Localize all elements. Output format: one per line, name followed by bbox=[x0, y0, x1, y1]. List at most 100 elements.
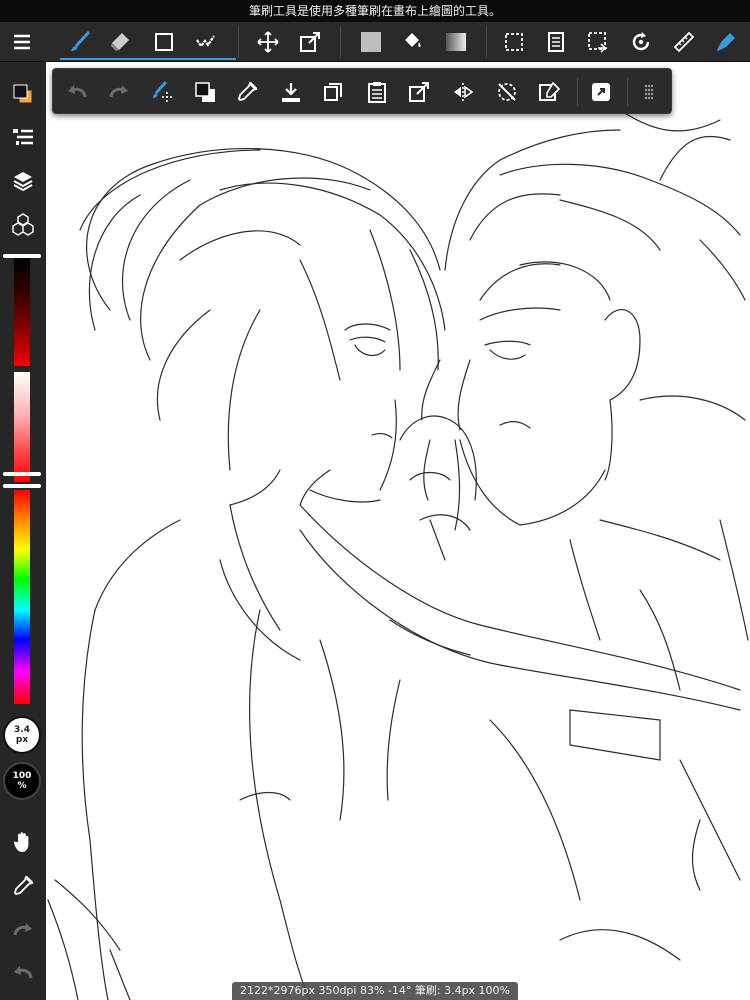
slider-handle[interactable] bbox=[3, 254, 41, 258]
brush-opacity-unit: % bbox=[17, 781, 27, 791]
app-window: 筆刷工具是使用多種筆刷在畫布上繪圖的工具。 3.4 px 100 % 2122*… bbox=[0, 0, 750, 1000]
lasso-fill-icon bbox=[196, 35, 215, 48]
slider-handle[interactable] bbox=[3, 484, 41, 488]
brush-opacity-value: 100 bbox=[12, 771, 32, 781]
copy-layer-button[interactable] bbox=[540, 26, 572, 58]
layer-list-button[interactable] bbox=[7, 122, 39, 154]
ruler-button[interactable] bbox=[668, 26, 700, 58]
brush-cursor-button[interactable] bbox=[147, 76, 179, 108]
duplicate-icon bbox=[324, 83, 342, 101]
hand-icon bbox=[13, 832, 29, 852]
import-icon bbox=[282, 83, 300, 102]
materials-button[interactable] bbox=[7, 208, 39, 240]
lasso-fill-tool-button[interactable] bbox=[190, 26, 222, 58]
brush-size-slider[interactable] bbox=[3, 254, 41, 366]
grip-handle[interactable] bbox=[633, 76, 665, 108]
paste-button[interactable] bbox=[361, 76, 393, 108]
import-button[interactable] bbox=[275, 76, 307, 108]
line-art-drawing bbox=[47, 109, 749, 1000]
flip-button[interactable] bbox=[447, 76, 479, 108]
pen-settings-icon bbox=[717, 33, 735, 51]
duplicate-button[interactable] bbox=[317, 76, 349, 108]
toolbar-separator bbox=[577, 78, 578, 106]
layer-list-icon bbox=[13, 129, 33, 145]
swap-colors-button[interactable] bbox=[189, 76, 221, 108]
slider-handle[interactable] bbox=[3, 472, 41, 476]
drawing-canvas[interactable] bbox=[46, 62, 750, 1000]
menu-icon bbox=[14, 34, 30, 50]
eyedropper-button[interactable] bbox=[231, 76, 263, 108]
undo-icon bbox=[68, 85, 87, 98]
export-icon bbox=[409, 82, 429, 102]
clear-icon bbox=[539, 81, 561, 101]
no-selection-button[interactable] bbox=[491, 76, 523, 108]
redo-icon bbox=[109, 85, 128, 98]
shape-icon bbox=[155, 33, 173, 51]
eyedropper-icon bbox=[14, 875, 34, 895]
brush-size-value: 3.4 bbox=[14, 725, 30, 735]
copy-layer-icon bbox=[548, 32, 564, 52]
menu-button[interactable] bbox=[6, 26, 38, 58]
flip-icon bbox=[454, 83, 474, 101]
toolbar-separator bbox=[627, 78, 628, 106]
select-menu-button[interactable] bbox=[582, 26, 614, 58]
gradient-icon bbox=[446, 33, 466, 51]
layers-button[interactable] bbox=[7, 165, 39, 197]
fill-color-button[interactable] bbox=[355, 26, 387, 58]
brush-tool-button[interactable] bbox=[64, 26, 96, 58]
swap-colors-icon bbox=[195, 82, 215, 102]
undo-button[interactable] bbox=[7, 957, 39, 989]
toolbar-separator bbox=[340, 26, 341, 58]
move-tool-button[interactable] bbox=[252, 26, 284, 58]
toolbar-separator bbox=[486, 26, 487, 58]
toolbar-separator bbox=[238, 26, 239, 58]
rotate-canvas-button[interactable] bbox=[625, 26, 657, 58]
paste-icon bbox=[368, 82, 386, 103]
hand-tool-button[interactable] bbox=[7, 826, 39, 858]
opacity-slider[interactable] bbox=[14, 372, 30, 482]
bucket-tool-button[interactable] bbox=[396, 26, 428, 58]
clear-button[interactable] bbox=[533, 76, 565, 108]
snap-icon bbox=[592, 83, 610, 101]
shape-tool-button[interactable] bbox=[148, 26, 180, 58]
brush-opacity-indicator[interactable]: 100 % bbox=[3, 762, 41, 800]
active-group-indicator bbox=[60, 58, 236, 60]
move-icon bbox=[257, 31, 279, 53]
brush-size-indicator[interactable]: 3.4 px bbox=[3, 716, 41, 754]
rotate-canvas-icon bbox=[632, 32, 650, 51]
layers-icon bbox=[13, 172, 33, 192]
eyedropper-button[interactable] bbox=[7, 870, 39, 902]
tip-bar: 筆刷工具是使用多種筆刷在畫布上繪圖的工具。 bbox=[0, 0, 750, 22]
eraser-icon bbox=[111, 33, 129, 51]
left-panel: 3.4 px 100 % bbox=[0, 62, 46, 1000]
selection-icon bbox=[505, 33, 523, 51]
transform-icon bbox=[300, 32, 320, 52]
select-menu-icon bbox=[588, 32, 607, 53]
brush-cursor-icon bbox=[153, 81, 172, 102]
pen-settings-button[interactable] bbox=[710, 26, 742, 58]
grip-icon bbox=[644, 84, 654, 100]
redo-button[interactable] bbox=[7, 914, 39, 946]
brush-size-unit: px bbox=[15, 735, 29, 745]
snap-button[interactable] bbox=[585, 76, 617, 108]
undo-icon bbox=[14, 966, 33, 979]
floating-toolbar bbox=[52, 68, 672, 114]
selection-tool-button[interactable] bbox=[498, 26, 530, 58]
export-button[interactable] bbox=[403, 76, 435, 108]
ruler-icon bbox=[673, 31, 695, 53]
redo-button[interactable] bbox=[103, 76, 135, 108]
main-toolbar bbox=[0, 22, 750, 62]
hue-slider[interactable] bbox=[14, 490, 30, 704]
transform-tool-button[interactable] bbox=[294, 26, 326, 58]
eraser-tool-button[interactable] bbox=[104, 26, 136, 58]
materials-icon bbox=[12, 213, 34, 236]
fill-color-icon bbox=[361, 32, 381, 52]
bucket-icon bbox=[405, 33, 421, 47]
color-swatch-button[interactable] bbox=[7, 78, 39, 110]
undo-button[interactable] bbox=[61, 76, 93, 108]
color-swatch-icon bbox=[13, 84, 33, 104]
eyedropper-icon bbox=[238, 81, 258, 101]
gradient-tool-button[interactable] bbox=[440, 26, 472, 58]
status-bar: 2122*2976px 350dpi 83% -14° 筆刷: 3.4px 10… bbox=[232, 982, 518, 1000]
redo-icon bbox=[13, 923, 32, 936]
